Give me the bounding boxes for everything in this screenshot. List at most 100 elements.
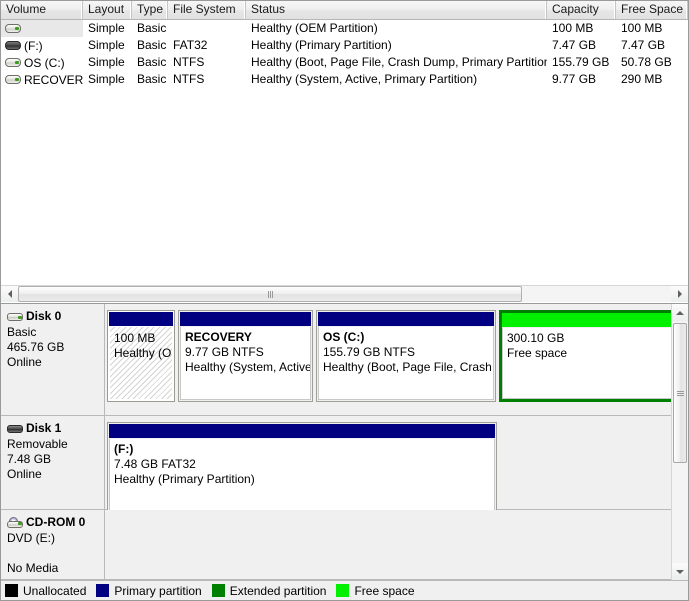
cell-type: Basic — [137, 21, 167, 35]
cell-layout: Simple — [88, 72, 125, 86]
cell-volume: (F:) — [1, 37, 83, 54]
partition-block[interactable]: 100 MBHealthy (OEM Partition) — [107, 310, 175, 402]
table-row[interactable]: OS (C:) Simple Basic NTFS Healthy (Boot, Pag… — [1, 54, 688, 71]
partition-details: RECOVERY 9.77 GB NTFS Healthy (System, Act… — [180, 327, 311, 400]
partition-size: 100 MB — [114, 331, 156, 345]
table-row[interactable]: Simple Basic Healthy (OEM Partition) 100 MB… — [1, 20, 688, 37]
cell-capacity: 100 MB — [552, 21, 594, 35]
disk-info-panel[interactable]: Disk 0 Basic 465.76 GB Online — [1, 304, 105, 415]
cell-status: Healthy (OEM Partition) — [251, 21, 378, 35]
partition-health: Healthy (Boot, Page File, Crash Dump, Pr… — [323, 360, 493, 374]
cell-freespace: 100 MB — [621, 21, 663, 35]
partition-block[interactable]: (F:) 7.48 GB FAT32 Healthy (Primary Partit… — [107, 422, 497, 514]
disk-status: Online — [7, 355, 42, 369]
legend-label: Unallocated — [23, 583, 87, 598]
cell-volume — [1, 20, 83, 37]
disk-info-panel[interactable]: CD-ROM 0 DVD (E:) No Media — [1, 510, 105, 579]
partition-details: (F:) 7.48 GB FAT32 Healthy (Primary Partit… — [109, 439, 495, 512]
column-header-status[interactable]: Status — [246, 1, 547, 19]
legend-item: Extended partition — [211, 583, 327, 598]
volume-label: RECOVERY — [24, 72, 83, 87]
scroll-thumb-grip-icon — [267, 290, 273, 298]
cell-status: Healthy (Primary Partition) — [251, 38, 392, 52]
partition-color-bar — [318, 312, 494, 326]
hard-disk-icon — [5, 57, 21, 68]
column-header-capacity[interactable]: Capacity — [547, 1, 616, 19]
hard-disk-icon — [5, 23, 21, 34]
scroll-left-arrow-icon[interactable] — [1, 286, 18, 302]
volume-list-pane: Volume Layout Type File System Status Capacit… — [1, 1, 688, 285]
disk-info-panel[interactable]: Disk 1 Removable 7.48 GB Online — [1, 416, 105, 509]
column-header-freespace[interactable]: Free Space — [616, 1, 688, 19]
disk-partition-area: 100 MBHealthy (OEM Partition)RECOVERY9.7… — [105, 304, 671, 415]
horizontal-scroll-thumb[interactable] — [18, 286, 522, 302]
cell-filesystem: NTFS — [173, 72, 205, 86]
partition-health: Free space — [507, 346, 568, 360]
legend-swatch — [96, 584, 110, 597]
cell-capacity: 7.47 GB — [552, 38, 597, 52]
partition-name: RECOVERY — [185, 330, 252, 344]
disk-no-media-area — [105, 510, 671, 579]
legend-swatch — [211, 584, 225, 597]
partition-name: (F:) — [114, 442, 134, 456]
disk-management-window: Volume Layout Type File System Status Capacit… — [0, 0, 689, 601]
volume-label: OS (C:) — [24, 55, 65, 70]
disk-status: No Media — [7, 561, 59, 575]
volume-list-horizontal-scrollbar[interactable] — [1, 285, 688, 302]
cell-filesystem — [168, 20, 246, 37]
column-header-volume[interactable]: Volume — [1, 1, 83, 19]
removable-disk-icon — [5, 40, 21, 51]
cell-capacity: 155.79 GB — [552, 55, 610, 69]
legend-item: Unallocated — [5, 584, 86, 598]
disk-graphic-vertical-scrollbar[interactable] — [671, 304, 688, 580]
disk-block: Disk 0 Basic 465.76 GB Online 100 MB Healthy … — [1, 304, 671, 416]
table-row[interactable]: RECOVERY Simple Basic NTFS Healthy (System, … — [1, 71, 688, 88]
vertical-scroll-thumb[interactable] — [673, 323, 687, 463]
disk-name: Disk 1 — [26, 421, 62, 435]
scroll-thumb-grip-icon — [676, 390, 684, 396]
disk-type: Removable — [7, 437, 68, 451]
disk-graphic-scroll-area: Disk 0 Basic 465.76 GB Online 100 MB Healthy … — [1, 304, 671, 580]
column-header-layout[interactable]: Layout — [83, 1, 132, 19]
column-header-type[interactable]: Type — [132, 1, 168, 19]
table-row[interactable]: (F:) Simple Basic FAT32 Healthy (Primary Par… — [1, 37, 688, 54]
cell-freespace: 50.78 GB — [621, 55, 672, 69]
cell-layout: Simple — [88, 55, 125, 69]
cell-layout: Simple — [88, 38, 125, 52]
partition-block[interactable]: RECOVERY 9.77 GB NTFS Healthy (System, Act… — [178, 310, 313, 402]
disk-title: Disk 1 — [7, 421, 104, 436]
legend-swatch — [5, 584, 18, 597]
disk-title: Disk 0 — [7, 309, 104, 324]
partition-size: 300.10 GB — [507, 331, 565, 345]
hard-disk-icon — [7, 311, 24, 323]
legend-label: Free space — [354, 583, 415, 598]
legend-label: Extended partition — [229, 583, 327, 598]
horizontal-scroll-track[interactable] — [18, 286, 671, 302]
scroll-right-arrow-icon[interactable] — [671, 286, 688, 302]
partition-list: (F:) 7.48 GB FAT32 Healthy (Primary Partit… — [107, 422, 671, 514]
cell-volume: RECOVERY — [1, 71, 83, 88]
partition-block[interactable]: 300.10 GB Free space — [499, 310, 671, 402]
cell-filesystem: FAT32 — [173, 38, 208, 52]
disk-graphic-pane: Disk 0 Basic 465.76 GB Online 100 MB Healthy … — [1, 303, 688, 580]
removable-disk-icon — [7, 423, 24, 435]
column-header-filesystem[interactable]: File System — [168, 1, 246, 19]
cell-capacity: 9.77 GB — [552, 72, 597, 86]
partition-block[interactable]: OS (C:) 155.79 GB NTFS Healthy (Boot, Page… — [316, 310, 496, 402]
partition-color-bar — [502, 313, 671, 327]
partition-legend: Unallocated Primary partition Extended par… — [1, 580, 688, 600]
disk-title: CD-ROM 0 — [7, 515, 104, 530]
legend-swatch — [336, 584, 350, 597]
cell-volume: OS (C:) — [1, 54, 83, 71]
partition-color-bar — [109, 312, 173, 326]
scroll-down-arrow-icon[interactable] — [672, 563, 688, 580]
partition-color-bar — [180, 312, 311, 326]
volume-list-rows: Simple Basic Healthy (OEM Partition) 100 MB… — [1, 20, 688, 88]
cell-freespace: 290 MB — [621, 72, 663, 86]
partition-health: Healthy (System, Active, Primary Partiti… — [185, 360, 310, 374]
volume-label: (F:) — [24, 38, 43, 53]
partition-details: 300.10 GB Free space — [502, 328, 671, 399]
cell-status: Healthy (System, Active, Primary Partiti… — [251, 72, 478, 86]
scroll-up-arrow-icon[interactable] — [672, 304, 688, 321]
legend-item: Primary partition — [96, 584, 202, 598]
